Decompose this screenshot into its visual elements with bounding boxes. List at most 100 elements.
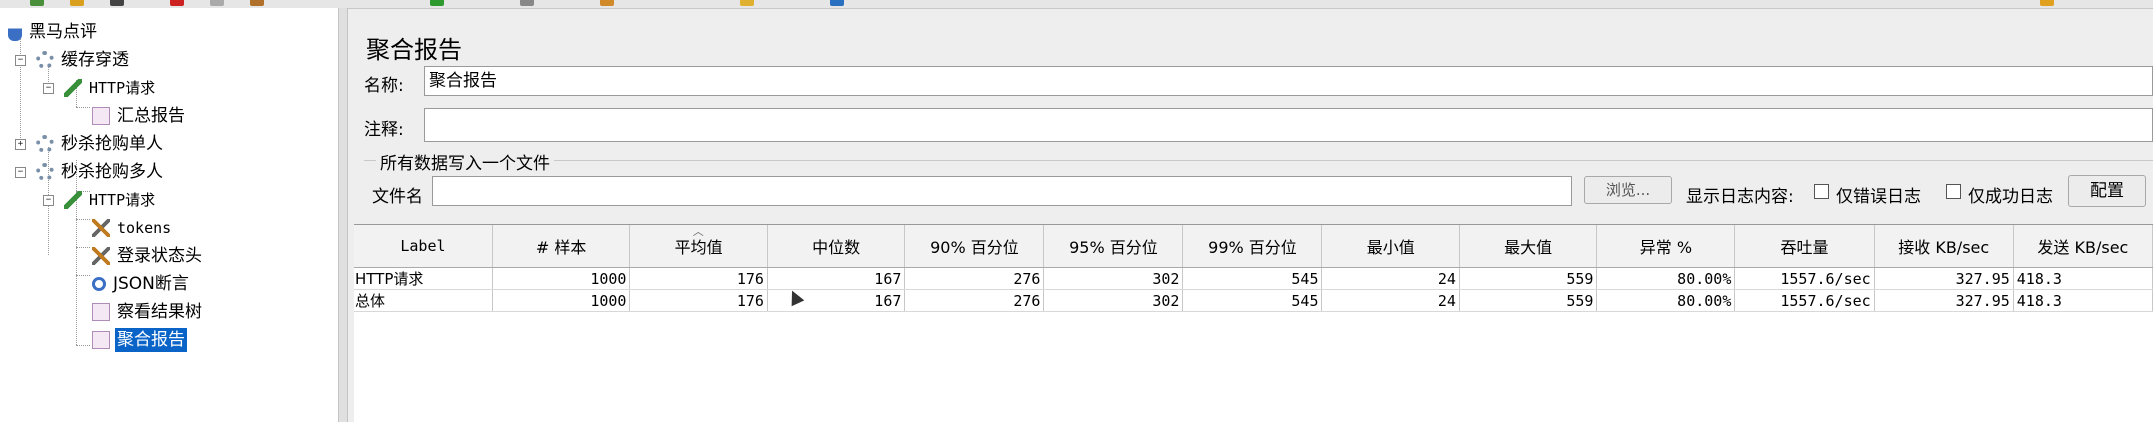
comment-field[interactable]: [424, 108, 2153, 142]
toolbar-clear-icon[interactable]: [600, 0, 614, 6]
table-cell: 559: [1459, 267, 1598, 290]
tree-node-cache-penetration[interactable]: 缓存穿透: [36, 48, 131, 72]
table-row[interactable]: 总体 1000 176 167 276 302 545 24 559 80.00…: [354, 289, 2153, 312]
table-cell: 80.00%: [1596, 289, 1736, 312]
chart-icon: [92, 331, 110, 349]
toolbar-copy-icon[interactable]: [210, 0, 224, 6]
toolbar-disk-icon[interactable]: [110, 0, 124, 6]
toolbar-open-icon[interactable]: [30, 0, 44, 6]
file-group-title: 所有数据写入一个文件: [376, 149, 554, 174]
tree-node-tokens[interactable]: tokens: [92, 216, 173, 240]
filename-field[interactable]: [432, 176, 1572, 206]
toolbar-stop-icon[interactable]: [520, 0, 534, 6]
collapse-toggle-icon[interactable]: −: [15, 167, 26, 178]
table-header-row: Label # 样本 ︿ 平均值 中位数 90% 百分位 95% 百分位 99% …: [354, 225, 2153, 268]
magnifier-icon: [92, 277, 106, 291]
table-cell: 276: [904, 267, 1045, 290]
success-only-label: 仅成功日志: [1968, 187, 2053, 207]
chart-icon: [92, 303, 110, 321]
table-cell: 559: [1459, 289, 1598, 312]
table-cell: 302: [1043, 267, 1184, 290]
pipette-icon: [64, 191, 82, 209]
column-header-min[interactable]: 最小值: [1321, 225, 1460, 268]
table-cell: 418.3: [2013, 289, 2153, 312]
gear-icon: [36, 135, 54, 153]
tree-node-http-request-2[interactable]: HTTP请求: [64, 188, 157, 212]
column-header-p90[interactable]: 90% 百分位: [904, 225, 1045, 268]
column-header-received[interactable]: 接收 KB/sec: [1874, 225, 2014, 268]
table-cell: 327.95: [1874, 267, 2014, 290]
tree-node-seckill-multi[interactable]: 秒杀抢购多人: [36, 160, 165, 184]
file-group-border: [364, 160, 2153, 161]
gear-icon: [36, 51, 54, 69]
table-cell: 1557.6/sec: [1734, 267, 1875, 290]
aggregate-report-panel: 聚合报告 名称: 聚合报告 注释: 所有数据写入一个文件 文件名 浏览... 显…: [350, 8, 2153, 422]
tree-node-login-header[interactable]: 登录状态头: [92, 244, 204, 268]
tree-node-aggregate-report[interactable]: 聚合报告: [92, 328, 187, 352]
collapse-toggle-icon[interactable]: −: [43, 195, 54, 206]
errors-only-checkbox[interactable]: [1814, 184, 1829, 199]
tree-node-seckill-single[interactable]: 秒杀抢购单人: [36, 132, 165, 156]
column-header-error-rate[interactable]: 异常 %: [1596, 225, 1736, 268]
table-cell: 1557.6/sec: [1734, 289, 1875, 312]
column-header-max[interactable]: 最大值: [1459, 225, 1598, 268]
column-header-sent[interactable]: 发送 KB/sec: [2013, 225, 2153, 268]
table-cell: 80.00%: [1596, 267, 1736, 290]
pane-splitter[interactable]: [338, 8, 348, 422]
configure-button[interactable]: 配置: [2068, 175, 2146, 207]
success-only-checkbox[interactable]: [1946, 184, 1961, 199]
pipette-icon: [64, 79, 82, 97]
column-header-throughput[interactable]: 吞吐量: [1734, 225, 1875, 268]
column-header-p95[interactable]: 95% 百分位: [1043, 225, 1184, 268]
column-header-samples[interactable]: # 样本: [492, 225, 631, 268]
tree-node-http-request[interactable]: HTTP请求: [64, 76, 157, 100]
column-header-median[interactable]: 中位数: [767, 225, 906, 268]
table-cell: 1000: [492, 267, 631, 290]
table-cell: HTTP请求: [354, 267, 493, 290]
table-row[interactable]: HTTP请求 1000 176 167 276 302 545 24 559 8…: [354, 267, 2153, 290]
table-cell: 总体: [354, 289, 493, 312]
tree-node-summary-report[interactable]: 汇总报告: [92, 104, 187, 128]
table-cell: 1000: [492, 289, 631, 312]
table-cell: 24: [1321, 267, 1460, 290]
table-cell: 545: [1182, 289, 1323, 312]
tree-node-json-assertion[interactable]: JSON断言: [92, 272, 191, 296]
table-cell: 24: [1321, 289, 1460, 312]
expand-toggle-icon[interactable]: +: [15, 139, 26, 150]
toolbar-cut-icon[interactable]: [170, 0, 184, 6]
aggregate-table: Label # 样本 ︿ 平均值 中位数 90% 百分位 95% 百分位 99% …: [354, 224, 2153, 422]
log-display-label: 显示日志内容:: [1686, 187, 1794, 207]
toolbar-function-icon[interactable]: [830, 0, 844, 6]
toolbar-start-icon[interactable]: [430, 0, 444, 6]
name-field[interactable]: 聚合报告: [424, 66, 2153, 96]
tree-node-view-results-tree[interactable]: 察看结果树: [92, 300, 204, 324]
sort-ascending-icon: ︿: [692, 225, 704, 238]
collapse-toggle-icon[interactable]: −: [15, 55, 26, 66]
browse-button[interactable]: 浏览...: [1584, 176, 1672, 204]
column-header-label[interactable]: Label: [354, 225, 493, 268]
name-label: 名称:: [364, 76, 404, 96]
filename-label: 文件名: [372, 187, 423, 207]
test-plan-tree: 黑马点评 − 缓存穿透 − HTTP请求 汇总报告 + 秒杀抢购单人 − 秒杀抢…: [0, 8, 338, 422]
table-cell: 276: [904, 289, 1045, 312]
comment-label: 注释:: [364, 120, 404, 140]
tools-icon: [92, 247, 110, 265]
table-cell: 327.95: [1874, 289, 2014, 312]
column-header-p99[interactable]: 99% 百分位: [1182, 225, 1323, 268]
tree-node-root[interactable]: 黑马点评: [8, 20, 99, 44]
chart-icon: [92, 107, 110, 125]
table-cell: 167: [767, 267, 906, 290]
toolbar-save-icon[interactable]: [70, 0, 84, 6]
table-cell: 418.3: [2013, 267, 2153, 290]
toolbar-warning-icon[interactable]: [2040, 0, 2054, 6]
collapse-toggle-icon[interactable]: −: [43, 83, 54, 94]
column-header-average[interactable]: ︿ 平均值: [629, 225, 768, 268]
gear-icon: [36, 163, 54, 181]
table-cell: 176: [629, 267, 768, 290]
toolbar-search-icon[interactable]: [740, 0, 754, 6]
toolbar-paste-icon[interactable]: [250, 0, 264, 6]
errors-only-label: 仅错误日志: [1836, 187, 1921, 207]
table-cell: 545: [1182, 267, 1323, 290]
page-title: 聚合报告: [366, 36, 462, 64]
table-cell: 302: [1043, 289, 1184, 312]
